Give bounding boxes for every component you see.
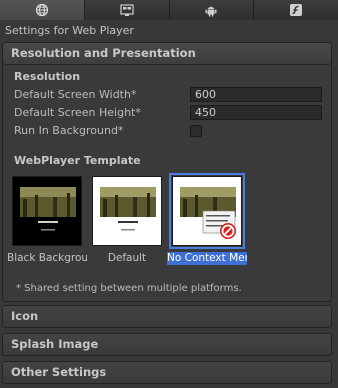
tab-standalone[interactable] [84, 0, 170, 20]
no-context-menu-preview [173, 177, 241, 245]
tab-flash[interactable] [254, 0, 338, 20]
tab-webplayer[interactable] [0, 0, 85, 20]
template-no-context-menu-caption: No Context Men [167, 252, 247, 265]
default-template-preview [93, 177, 161, 245]
template-no-context-menu-thumb[interactable] [169, 173, 245, 249]
screen-height-label: Default Screen Height* [14, 106, 141, 119]
run-in-background-checkbox[interactable] [190, 125, 202, 137]
splash-image-foldout[interactable]: Splash Image [2, 333, 332, 356]
globe-icon [35, 3, 48, 17]
flash-icon [290, 4, 303, 16]
shared-setting-note: * Shared setting between multiple platfo… [16, 283, 242, 294]
template-default-thumb[interactable] [92, 176, 162, 246]
settings-title: Settings for Web Player [5, 24, 134, 37]
template-default-caption: Default [107, 252, 147, 264]
resolution-presentation-header[interactable]: Resolution and Presentation [3, 43, 331, 65]
screen-width-label: Default Screen Width* [14, 88, 137, 101]
tab-android[interactable] [169, 0, 255, 20]
screen-width-field[interactable]: 600 [190, 87, 322, 102]
run-in-background-label: Run In Background* [14, 124, 124, 137]
black-background-preview [13, 177, 81, 245]
template-black-background-caption: Black Backgroun [7, 252, 87, 264]
webplayer-template-label: WebPlayer Template [14, 154, 141, 167]
android-icon [205, 6, 217, 17]
other-settings-foldout[interactable]: Other Settings [2, 361, 332, 384]
resolution-section-label: Resolution [14, 70, 81, 83]
icon-foldout[interactable]: Icon [2, 305, 332, 328]
screen-height-field[interactable]: 450 [190, 105, 322, 120]
template-black-background-thumb[interactable] [12, 176, 82, 246]
platform-tabs [0, 0, 338, 20]
windows-icon [120, 4, 134, 16]
